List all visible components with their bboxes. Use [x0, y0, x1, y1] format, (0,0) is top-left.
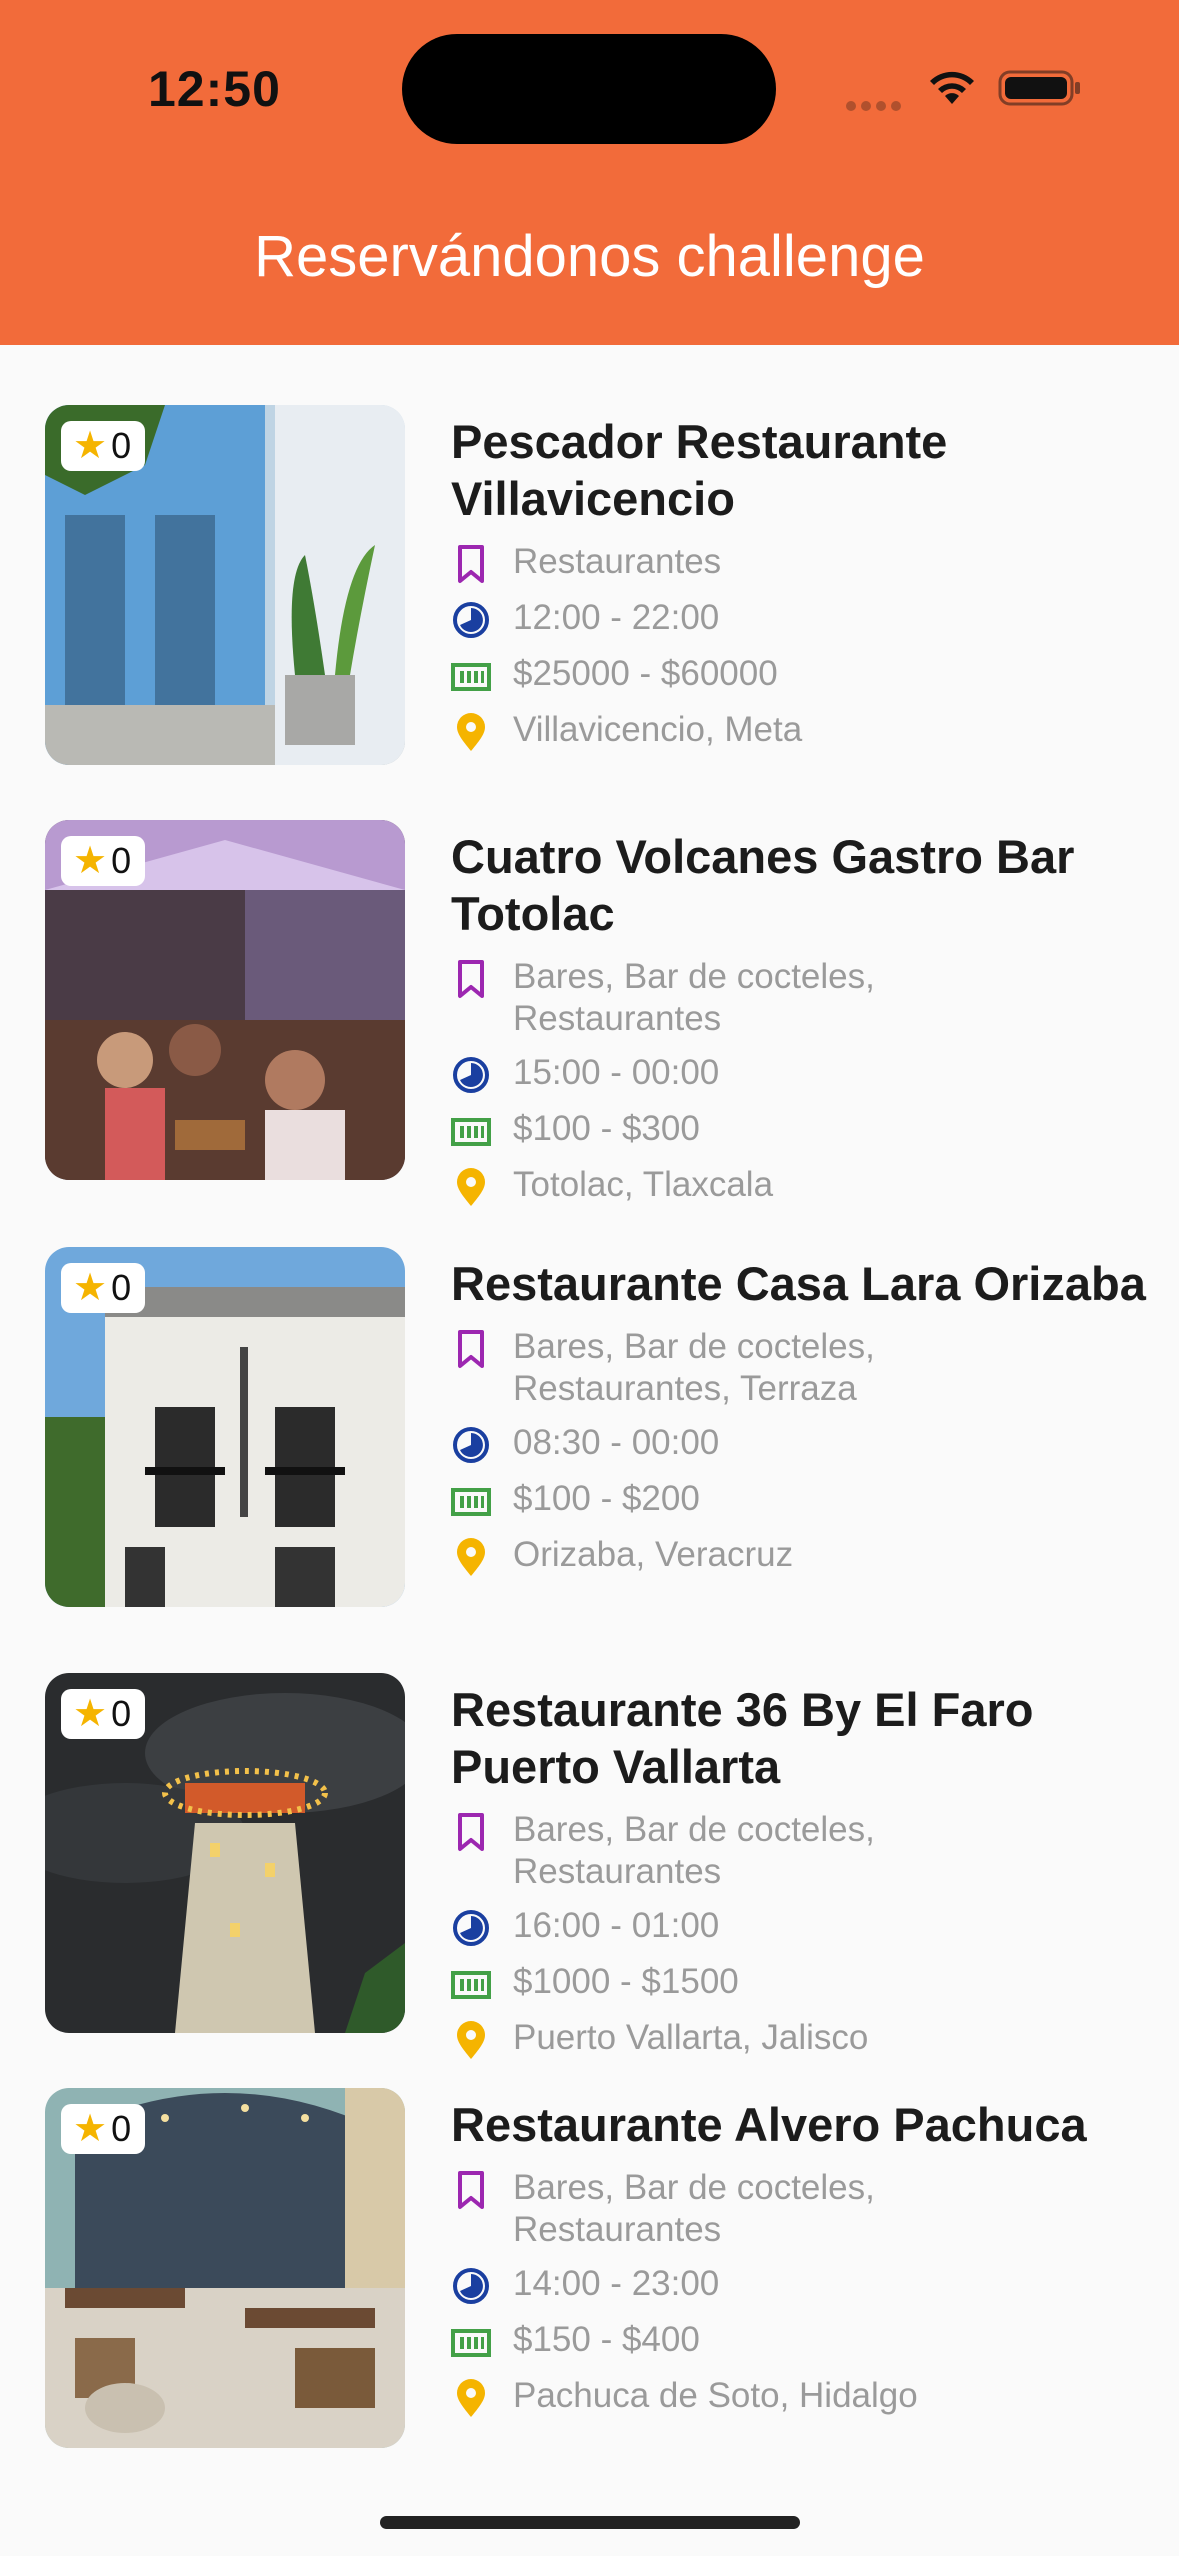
- restaurant-categories: Restaurantes: [513, 542, 722, 581]
- hours-row: 08:30 - 00:00: [451, 1422, 1151, 1466]
- battery-icon: [998, 70, 1080, 106]
- location-pin-icon: [457, 1168, 485, 1206]
- location-pin-icon: [457, 713, 485, 751]
- price-row: $150 - $400: [451, 2319, 1151, 2363]
- cellular-signal-icon: [846, 96, 908, 111]
- rating-badge: ★ 0: [61, 421, 146, 471]
- money-icon: [451, 1488, 491, 1516]
- price-row: $100 - $300: [451, 1108, 1151, 1152]
- restaurant-location: Totolac, Tlaxcala: [513, 1165, 774, 1204]
- restaurant-info: Cuatro Volcanes Gastro Bar Totolac Bares…: [451, 820, 1151, 1220]
- restaurant-location: Villavicencio, Meta: [513, 710, 803, 749]
- price-row: $25000 - $60000: [451, 653, 1151, 697]
- clock-icon: [453, 2268, 489, 2304]
- rating-value: 0: [111, 840, 132, 881]
- bookmark-icon: [458, 1330, 484, 1368]
- restaurant-hours: 12:00 - 22:00: [513, 598, 720, 637]
- restaurant-hours: 16:00 - 01:00: [513, 1906, 720, 1945]
- restaurant-location: Orizaba, Veracruz: [513, 1535, 794, 1574]
- location-pin-icon: [457, 2379, 485, 2417]
- price-row: $100 - $200: [451, 1478, 1151, 1522]
- restaurant-name: Restaurante Alvero Pachuca: [451, 2098, 1087, 2151]
- wifi-icon: [930, 71, 974, 104]
- restaurant-categories: Bares, Bar de cocteles, Restaurantes, Te…: [513, 1327, 875, 1408]
- restaurant-location: Pachuca de Soto, Hidalgo: [513, 2376, 918, 2415]
- bookmark-icon: [458, 2171, 484, 2209]
- hours-row: 14:00 - 23:00: [451, 2263, 1151, 2307]
- hours-row: 12:00 - 22:00: [451, 597, 1151, 641]
- restaurant-price: $150 - $400: [513, 2320, 700, 2359]
- rating-badge: ★ 0: [61, 2104, 146, 2154]
- rating-value: 0: [111, 2108, 132, 2149]
- location-row: Orizaba, Veracruz: [451, 1534, 1151, 1578]
- rating-value: 0: [111, 1693, 132, 1734]
- location-pin-icon: [457, 2021, 485, 2059]
- star-icon: ★: [73, 425, 108, 467]
- restaurant-photo: ★ 0: [45, 1247, 405, 1607]
- money-icon: [451, 663, 491, 691]
- bookmark-icon: [458, 960, 484, 998]
- restaurant-name: Restaurante Casa Lara Orizaba: [451, 1257, 1146, 1310]
- money-icon: [451, 1118, 491, 1146]
- location-row: Villavicencio, Meta: [451, 709, 1151, 753]
- price-row: $1000 - $1500: [451, 1961, 1151, 2005]
- restaurant-price: $25000 - $60000: [513, 654, 778, 693]
- category-row: Restaurantes: [451, 541, 1151, 585]
- rating-badge: ★ 0: [61, 1263, 146, 1313]
- restaurant-photo: ★ 0: [45, 820, 405, 1180]
- star-icon: ★: [73, 1267, 108, 1309]
- money-icon: [451, 2329, 491, 2357]
- star-icon: ★: [73, 1693, 108, 1735]
- rating-value: 0: [111, 1267, 132, 1308]
- restaurant-info: Restaurante Casa Lara Orizaba Bares, Bar…: [451, 1247, 1151, 1590]
- star-icon: ★: [73, 840, 108, 882]
- restaurant-hours: 15:00 - 00:00: [513, 1053, 720, 1092]
- location-row: Pachuca de Soto, Hidalgo: [451, 2375, 1151, 2419]
- restaurant-name: Restaurante 36 By El Faro Puerto Vallart…: [451, 1683, 1034, 1793]
- restaurant-price: $100 - $300: [513, 1109, 700, 1148]
- hours-row: 15:00 - 00:00: [451, 1052, 1151, 1096]
- location-row: Puerto Vallarta, Jalisco: [451, 2017, 1151, 2061]
- rating-badge: ★ 0: [61, 836, 146, 886]
- restaurant-name: Pescador Restaurante Villavicencio: [451, 415, 948, 525]
- category-row: Bares, Bar de cocteles, Restaurantes: [451, 956, 1151, 1040]
- restaurant-price: $1000 - $1500: [513, 1962, 739, 2001]
- restaurant-categories: Bares, Bar de cocteles, Restaurantes: [513, 1810, 875, 1891]
- restaurant-info: Restaurante Alvero Pachuca Bares, Bar de…: [451, 2088, 1151, 2431]
- star-icon: ★: [73, 2108, 108, 2150]
- bookmark-icon: [458, 1813, 484, 1851]
- restaurant-hours: 08:30 - 00:00: [513, 1423, 720, 1462]
- location-pin-icon: [457, 1538, 485, 1576]
- clock-icon: [453, 1057, 489, 1093]
- rating-badge: ★ 0: [61, 1689, 146, 1739]
- location-row: Totolac, Tlaxcala: [451, 1164, 1151, 1208]
- restaurant-location: Puerto Vallarta, Jalisco: [513, 2018, 869, 2057]
- category-row: Bares, Bar de cocteles, Restaurantes: [451, 1809, 1151, 1893]
- restaurant-info: Pescador Restaurante Villavicencio Resta…: [451, 405, 1151, 765]
- status-time: 12:50: [148, 61, 281, 117]
- category-row: Bares, Bar de cocteles, Restaurantes, Te…: [451, 1326, 1151, 1410]
- restaurant-categories: Bares, Bar de cocteles, Restaurantes: [513, 957, 875, 1038]
- home-indicator[interactable]: [380, 2516, 800, 2529]
- restaurant-info: Restaurante 36 By El Faro Puerto Vallart…: [451, 1673, 1151, 2073]
- dynamic-island: [402, 34, 776, 144]
- clock-icon: [453, 1910, 489, 1946]
- category-row: Bares, Bar de cocteles, Restaurantes: [451, 2167, 1151, 2251]
- app-header: 12:50 Reservándonos challenge: [0, 0, 1179, 345]
- restaurant-name: Cuatro Volcanes Gastro Bar Totolac: [451, 830, 1075, 940]
- restaurant-categories: Bares, Bar de cocteles, Restaurantes: [513, 2168, 875, 2249]
- app-title: Reservándonos challenge: [254, 224, 925, 289]
- clock-icon: [453, 1427, 489, 1463]
- money-icon: [451, 1971, 491, 1999]
- restaurant-price: $100 - $200: [513, 1479, 700, 1518]
- clock-icon: [453, 602, 489, 638]
- rating-value: 0: [111, 425, 132, 466]
- hours-row: 16:00 - 01:00: [451, 1905, 1151, 1949]
- restaurant-hours: 14:00 - 23:00: [513, 2264, 720, 2303]
- restaurant-photo: ★ 0: [45, 1673, 405, 2033]
- restaurant-photo: ★ 0: [45, 2088, 405, 2448]
- restaurant-photo: ★ 0: [45, 405, 405, 765]
- bookmark-icon: [458, 545, 484, 583]
